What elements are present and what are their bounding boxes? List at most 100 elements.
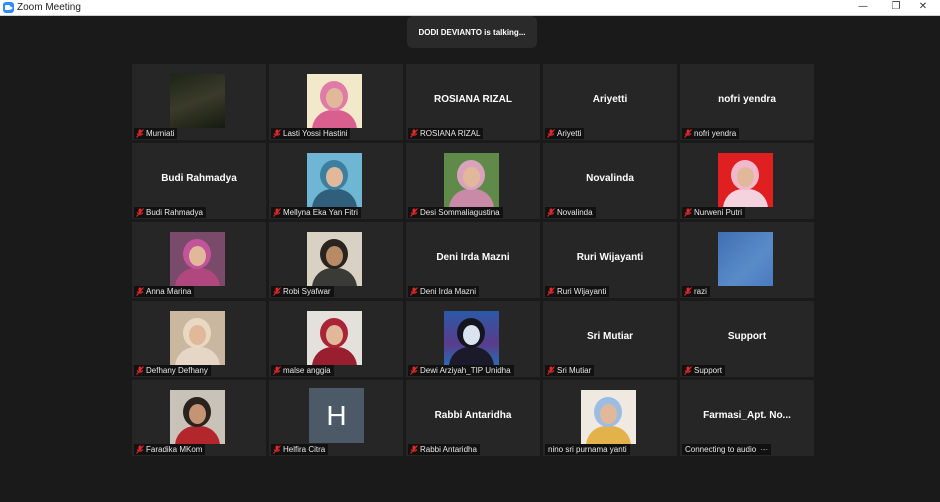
muted-mic-icon — [410, 366, 418, 375]
participant-name: Support — [694, 366, 723, 375]
muted-mic-icon — [136, 287, 144, 296]
gallery-grid: Murniati Lasti Yossi Hastini ROSIANA RIZ… — [132, 64, 814, 456]
participant-photo — [718, 153, 773, 207]
participant-tile[interactable]: Desi Sommaliagustina — [406, 143, 540, 219]
close-button[interactable]: ✕ — [906, 0, 940, 15]
participant-tile[interactable]: nino sri purnama yanti — [543, 380, 677, 456]
participant-label: Budi Rahmadya — [134, 207, 206, 218]
participant-display-name: Budi Rahmadya — [161, 173, 237, 184]
participant-photo — [170, 390, 225, 444]
active-speaker-banner: DODI DEVIANTO is talking... — [407, 16, 537, 48]
muted-mic-icon — [136, 366, 144, 375]
participant-label: Deni Irda Mazni — [408, 286, 480, 297]
participant-tile[interactable]: Robi Syafwar — [269, 222, 403, 298]
participant-label: Ariyetti — [545, 128, 585, 139]
muted-mic-icon — [273, 445, 281, 454]
muted-mic-icon — [136, 129, 144, 138]
participant-label: Nurweni Putri — [682, 207, 746, 218]
participant-tile[interactable]: Ruri Wijayanti Ruri Wijayanti — [543, 222, 677, 298]
participant-tile[interactable]: Novalinda Novalinda — [543, 143, 677, 219]
participant-photo — [444, 153, 499, 207]
participant-name: Ruri Wijayanti — [557, 287, 607, 296]
participant-display-name: nofri yendra — [718, 94, 776, 105]
participant-label: razi — [682, 286, 710, 297]
participant-label: Faradika MKom — [134, 444, 206, 455]
participant-tile[interactable]: Rabbi Antaridha Rabbi Antaridha — [406, 380, 540, 456]
participant-name: razi — [694, 287, 707, 296]
participant-label: Anna Marina — [134, 286, 195, 297]
muted-mic-icon — [684, 287, 692, 296]
participant-tile[interactable]: Mellyna Eka Yan Fitri — [269, 143, 403, 219]
participant-tile[interactable]: Lasti Yossi Hastini — [269, 64, 403, 140]
muted-mic-icon — [136, 208, 144, 217]
participant-label: Sri Mutiar — [545, 365, 595, 376]
participant-tile[interactable]: H Helfira Citra — [269, 380, 403, 456]
participant-name: Faradika MKom — [146, 445, 203, 454]
participant-photo — [307, 153, 362, 207]
participant-name: Murniati — [146, 129, 175, 138]
participant-tile[interactable]: razi — [680, 222, 814, 298]
connecting-audio-status: Connecting to audio — [685, 445, 757, 454]
participant-name: nino sri purnama yanti — [548, 445, 627, 454]
muted-mic-icon — [273, 129, 281, 138]
muted-mic-icon — [547, 129, 555, 138]
participant-label: nofri yendra — [682, 128, 740, 139]
muted-mic-icon — [410, 287, 418, 296]
muted-mic-icon — [410, 208, 418, 217]
participant-tile[interactable]: ROSIANA RIZAL ROSIANA RIZAL — [406, 64, 540, 140]
participant-label: Murniati — [134, 128, 178, 139]
participant-photo — [718, 232, 773, 286]
participant-name: Dewi Arziyah_TIP Unidha — [420, 366, 511, 375]
muted-mic-icon — [547, 287, 555, 296]
participant-photo — [307, 311, 362, 365]
muted-mic-icon — [684, 129, 692, 138]
muted-mic-icon — [547, 366, 555, 375]
participant-photo — [170, 232, 225, 286]
participant-label: Dewi Arziyah_TIP Unidha — [408, 365, 514, 376]
zoom-app-icon — [3, 2, 14, 13]
participant-tile[interactable]: Murniati — [132, 64, 266, 140]
participant-label: Robi Syafwar — [271, 286, 334, 297]
participant-name: Ariyetti — [557, 129, 582, 138]
participant-tile[interactable]: Deni Irda Mazni Deni Irda Mazni — [406, 222, 540, 298]
participant-tile[interactable]: Sri Mutiar Sri Mutiar — [543, 301, 677, 377]
participant-photo — [307, 232, 362, 286]
participant-tile[interactable]: Support Support — [680, 301, 814, 377]
participant-name: ROSIANA RIZAL — [420, 129, 481, 138]
participant-label: Mellyna Eka Yan Fitri — [271, 207, 361, 218]
muted-mic-icon — [410, 129, 418, 138]
participant-label: Connecting to audio ·‑· — [682, 444, 772, 455]
participant-tile[interactable]: Defhany Defhany — [132, 301, 266, 377]
participant-display-name: Novalinda — [586, 173, 634, 184]
participant-label: nino sri purnama yanti — [545, 444, 630, 455]
participant-display-name: Sri Mutiar — [586, 331, 634, 342]
participant-display-name: Ruri Wijayanti — [576, 252, 644, 263]
participant-tile[interactable]: Faradika MKom — [132, 380, 266, 456]
participant-tile[interactable]: Dewi Arziyah_TIP Unidha — [406, 301, 540, 377]
participant-name: Budi Rahmadya — [146, 208, 203, 217]
minimize-button[interactable]: — — [846, 0, 880, 15]
participant-video — [170, 74, 225, 128]
muted-mic-icon — [547, 208, 555, 217]
participant-tile[interactable]: Anna Marina — [132, 222, 266, 298]
participant-initial-avatar: H — [309, 388, 364, 443]
participant-label: Rabbi Antaridha — [408, 444, 480, 455]
participant-display-name: Rabbi Antaridha — [434, 410, 512, 421]
participant-name: Lasti Yossi Hastini — [283, 129, 348, 138]
participant-display-name: Deni Irda Mazni — [436, 252, 510, 263]
participant-display-name: Farmasi_Apt. No... — [703, 410, 791, 421]
participant-tile[interactable]: malse anggia — [269, 301, 403, 377]
participant-name: Robi Syafwar — [283, 287, 331, 296]
participant-display-name: Support — [727, 331, 767, 342]
participant-name: Rabbi Antaridha — [420, 445, 477, 454]
participant-name: malse anggia — [283, 366, 331, 375]
participant-tile[interactable]: Ariyetti Ariyetti — [543, 64, 677, 140]
participant-tile[interactable]: Farmasi_Apt. No... Connecting to audio ·‑… — [680, 380, 814, 456]
participant-tile[interactable]: nofri yendra nofri yendra — [680, 64, 814, 140]
muted-mic-icon — [684, 366, 692, 375]
participant-label: Desi Sommaliagustina — [408, 207, 503, 218]
participant-tile[interactable]: Budi Rahmadya Budi Rahmadya — [132, 143, 266, 219]
participant-tile[interactable]: Nurweni Putri — [680, 143, 814, 219]
participant-name: Helfira Citra — [283, 445, 326, 454]
participant-label: Support — [682, 365, 726, 376]
